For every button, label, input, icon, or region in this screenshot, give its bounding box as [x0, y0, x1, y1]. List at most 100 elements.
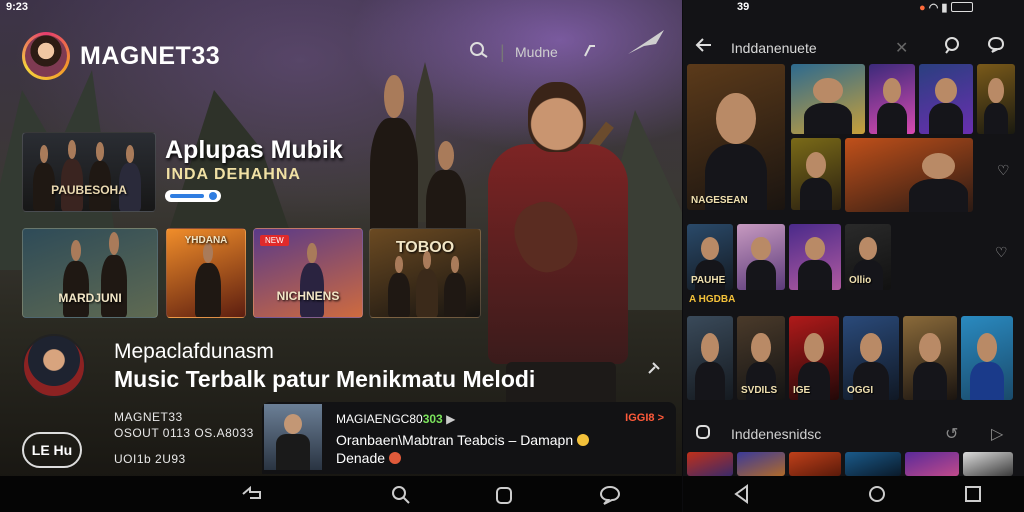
card-figure	[101, 231, 127, 317]
album-tile[interactable]	[903, 316, 957, 400]
channel-badge[interactable]: LE Hu	[22, 432, 82, 468]
album-tile[interactable]	[789, 224, 841, 290]
plane-icon[interactable]	[626, 26, 666, 65]
tile-face	[935, 78, 957, 103]
album-tile[interactable]	[919, 64, 973, 134]
battery-icon	[950, 2, 973, 12]
divider: |	[500, 42, 505, 62]
album-card-2[interactable]: YHDANA	[166, 228, 246, 318]
album-card-1[interactable]: MARDJUNI	[22, 228, 158, 318]
card-figure	[195, 242, 221, 317]
status-icons: ● ◠ ▮	[919, 1, 973, 14]
card-figure	[444, 256, 466, 317]
chat-icon[interactable]	[987, 36, 1005, 59]
album-tile[interactable]	[905, 452, 959, 476]
search-icon[interactable]	[943, 36, 961, 59]
tile-torso	[909, 178, 968, 212]
album-card-3[interactable]: NEW NICHNENS	[253, 228, 363, 318]
tile-caption: NAGESEAN	[691, 195, 748, 206]
card-caption: MARDJUNI	[58, 291, 122, 305]
tile-face	[751, 237, 771, 261]
title-prefix: MAGIAENGC80	[336, 412, 423, 426]
line-1-text: Oranbaen\Mabtran Teabcis – Damapn	[336, 432, 574, 448]
album-tile[interactable]: OGGI	[843, 316, 899, 400]
tile-face	[921, 152, 956, 179]
refresh-icon[interactable]	[582, 42, 598, 65]
tile-torso	[800, 177, 832, 210]
album-tile[interactable]	[961, 316, 1013, 400]
album-tile[interactable]	[791, 138, 841, 210]
album-tile[interactable]: SVDILS	[737, 316, 785, 400]
header-link[interactable]: Mudne	[515, 44, 558, 60]
tile-torso	[912, 362, 948, 400]
album-tile[interactable]	[687, 452, 733, 476]
tile-face	[859, 332, 883, 363]
band-member-1	[370, 74, 418, 238]
home-icon[interactable]	[494, 484, 514, 511]
back-arrow-icon[interactable]	[695, 36, 713, 59]
meta-line-2: UOI1b 2U93	[114, 452, 186, 466]
chat-icon[interactable]	[598, 484, 622, 511]
hero-poster[interactable]: PAUBESOHA	[22, 132, 156, 212]
artist-name: Mepaclafdunasm	[114, 340, 274, 363]
mini-player[interactable]: MAGIAENGC80303 ▶ IGGI8 > Oranbaen\Mabtra…	[262, 402, 676, 474]
hero-subtitle: INDA DEHAHNA	[166, 166, 301, 183]
section-icon	[695, 424, 711, 445]
row-footer: A HGDBA	[689, 294, 736, 305]
album-tile[interactable]: PAUHE	[687, 224, 733, 290]
home-circle-icon[interactable]	[867, 484, 887, 509]
title-highlight: 303	[422, 412, 443, 426]
album-tile[interactable]	[687, 316, 733, 400]
channel-name: MAGNET33	[114, 410, 183, 424]
now-playing-thumbnail	[264, 404, 322, 470]
back-triangle-icon[interactable]	[733, 484, 751, 509]
artist-avatar[interactable]	[22, 334, 86, 398]
album-tile[interactable]	[963, 452, 1013, 476]
poster-caption: PAUBESOHA	[51, 183, 127, 197]
album-tile[interactable]	[845, 452, 901, 476]
cast-icon[interactable]: ✕	[895, 38, 908, 58]
profile-avatar[interactable]	[22, 32, 70, 80]
line-2-text: Denade	[336, 450, 386, 466]
play-icon[interactable]: ▶	[446, 412, 455, 426]
back-icon[interactable]	[240, 484, 264, 509]
album-tile[interactable]	[791, 64, 865, 134]
tile-torso	[928, 102, 964, 134]
favorite-icon[interactable]: ♡	[995, 244, 1008, 261]
card-caption: YHDANA	[184, 235, 228, 246]
tile-face	[700, 332, 720, 363]
tile-torso	[877, 102, 907, 134]
avatar-image	[25, 35, 67, 77]
replay-icon[interactable]: ↺	[945, 424, 958, 444]
search-icon[interactable]	[390, 484, 412, 511]
tile-torso	[983, 102, 1009, 134]
recents-square-icon[interactable]	[963, 484, 983, 509]
album-tile[interactable]	[789, 452, 841, 476]
album-tile[interactable]: NAGESEAN	[687, 64, 785, 210]
card-figure	[388, 256, 410, 317]
album-tile[interactable]	[737, 452, 785, 476]
tile-caption: OGGI	[847, 385, 874, 396]
favorite-icon[interactable]: ♡	[997, 162, 1010, 179]
notification-icon: ●	[919, 2, 926, 14]
now-playing-tag[interactable]: IGGI8 >	[625, 412, 664, 424]
section-title: Inddenesnidsc	[731, 426, 822, 442]
album-tile[interactable]	[977, 64, 1015, 134]
pin-icon[interactable]	[646, 360, 662, 379]
now-playing-line-1: Oranbaen\Mabtran Teabcis – Damapn	[336, 432, 589, 448]
hero-progress-pill[interactable]	[165, 190, 221, 202]
panel-title: Inddanenuete	[731, 40, 817, 56]
app-title: MAGNET33	[80, 42, 221, 70]
tile-torso	[970, 362, 1004, 400]
search-icon[interactable]	[468, 40, 490, 67]
tile-caption: Ollio	[849, 275, 872, 286]
album-tile[interactable]: IGE	[789, 316, 839, 400]
guitarist-figure	[476, 72, 646, 452]
album-tile[interactable]	[845, 138, 973, 212]
artist-tagline: Music Terbalk patur Menikmatu Melodi	[114, 366, 536, 392]
album-tile[interactable]	[869, 64, 915, 134]
album-card-4[interactable]: TOBOO	[369, 228, 481, 318]
album-tile[interactable]	[737, 224, 785, 290]
album-tile[interactable]: Ollio	[845, 224, 891, 290]
next-icon[interactable]: ▷	[991, 424, 1003, 444]
